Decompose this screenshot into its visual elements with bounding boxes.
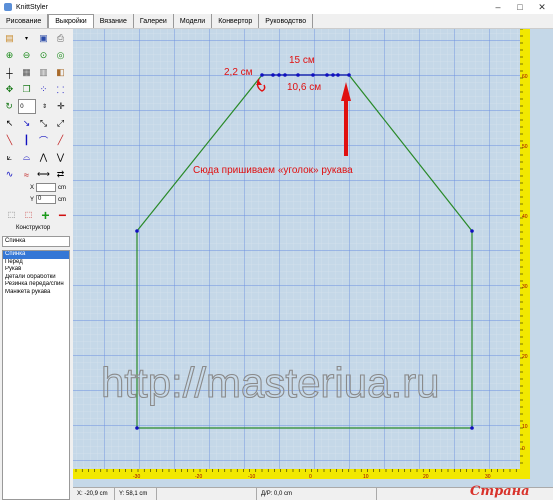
rotate-field[interactable]: 0 — [18, 99, 36, 114]
node-icon[interactable]: ⸬ — [53, 82, 68, 97]
diagonal-icon[interactable]: ╱ — [53, 133, 68, 148]
width-label: 15 см — [289, 55, 315, 66]
add-point-icon[interactable]: ⬚ — [4, 207, 19, 222]
pattern-icon[interactable]: ◧ — [53, 65, 68, 80]
fold-icon[interactable]: ⋁ — [53, 150, 68, 165]
angle-icon[interactable]: ⟀ — [2, 150, 17, 165]
left-segment-label: 2,2 см — [224, 67, 253, 78]
title-bar: KnittStyler – □ ✕ — [0, 0, 553, 14]
right-segment-label: 10,6 см — [287, 82, 321, 93]
x-unit: cm — [58, 184, 67, 191]
site-logo: Страна Мам — [470, 484, 530, 500]
y-input[interactable]: 0 — [36, 195, 57, 204]
tab-galleries[interactable]: Галереи — [134, 14, 174, 28]
zoom-in-icon[interactable]: ⊕ — [2, 48, 17, 63]
x-tick-label: 30 — [485, 474, 491, 480]
curve-icon[interactable]: ⌒ — [36, 133, 51, 148]
list-item[interactable]: Детали обработки — [3, 274, 69, 282]
drawing-canvas[interactable]: 60 50 40 30 20 10 0 -30 -20 -10 0 10 20 … — [73, 29, 553, 487]
delete-point-icon[interactable]: ⬚ — [21, 207, 36, 222]
vertical-ruler — [520, 29, 530, 469]
vertical-line-icon[interactable]: ┃ — [19, 133, 34, 148]
y-tick-label: 10 — [522, 424, 528, 430]
layers-icon[interactable]: ▥ — [36, 65, 51, 80]
x-input[interactable] — [36, 183, 57, 192]
y-tick-label: 50 — [522, 144, 528, 150]
points-icon[interactable]: ⁘ — [36, 82, 51, 97]
watermark: http://masteriua.ru — [101, 359, 439, 406]
wave-icon[interactable]: ≈ — [19, 167, 34, 182]
tool-panel: ▤ ▾ ▣ ⎙ ⊕ ⊖ ⊙ ◎ ┼ ▦ ▥ ◧ ✥ ❐ ⁘ ⸬ ↻ 0 ⇕ ✛ — [0, 29, 72, 500]
tab-patterns[interactable]: Выкройки — [48, 14, 94, 28]
zoom-window-icon[interactable]: ◎ — [53, 48, 68, 63]
print-icon[interactable]: ⎙ — [53, 31, 68, 46]
x-coordinate-row: X cm — [30, 183, 66, 192]
x-tick-label: -30 — [133, 474, 140, 480]
y-tick-label: 30 — [522, 284, 528, 290]
x-tick-label: -20 — [195, 474, 202, 480]
open-icon[interactable]: ▤ — [2, 31, 17, 46]
constructor-label: Конструктор — [16, 225, 51, 231]
y-tick-label: 40 — [522, 214, 528, 220]
tab-models[interactable]: Модели — [174, 14, 213, 28]
crosshair-icon[interactable]: ┼ — [2, 65, 17, 80]
selected-piece-field[interactable]: Спинка — [2, 236, 70, 247]
close-button[interactable]: ✕ — [531, 0, 553, 14]
tab-converter[interactable]: Конвертор — [212, 14, 260, 28]
select-node-icon[interactable]: ↘ — [19, 116, 34, 131]
zoom-fit-icon[interactable]: ⊙ — [36, 48, 51, 63]
dart-icon[interactable]: ⋀ — [36, 150, 51, 165]
x-label: X — [30, 184, 35, 191]
list-item[interactable]: Перед — [3, 259, 69, 267]
list-item[interactable]: Манжета рукава — [3, 289, 69, 297]
select-segment-icon[interactable]: ⤡ — [36, 116, 51, 131]
list-item[interactable]: Резинка переда/спин — [3, 281, 69, 289]
dropdown-icon[interactable]: ▾ — [19, 31, 34, 46]
app-icon — [4, 3, 12, 11]
measure-icon[interactable]: ⟷ — [36, 167, 51, 182]
remove-icon[interactable]: − — [55, 207, 70, 223]
status-x: X: -20,9 cm — [73, 488, 115, 500]
y-tick-label: 60 — [522, 74, 528, 80]
x-tick-label: -10 — [248, 474, 255, 480]
y-coordinate-row: Y 0 cm — [30, 195, 66, 204]
window-title: KnittStyler — [16, 3, 48, 11]
select-icon[interactable]: ↖ — [2, 116, 17, 131]
spline-icon[interactable]: ∿ — [2, 167, 17, 182]
mirror-icon[interactable]: ✛ — [54, 99, 68, 114]
piece-list: Спинка Перед Рукав Детали обработки Рези… — [2, 250, 70, 500]
line-icon[interactable]: ╲ — [2, 133, 17, 148]
offset-icon[interactable]: ⇄ — [53, 167, 68, 182]
x-tick-label: 0 — [309, 474, 312, 480]
minimize-button[interactable]: – — [487, 0, 509, 14]
save-icon[interactable]: ▣ — [36, 31, 51, 46]
grid-icon[interactable]: ▦ — [19, 65, 34, 80]
move-icon[interactable]: ✥ — [2, 82, 17, 97]
add-icon[interactable]: + — [38, 207, 53, 223]
sleeve-note: Сюда пришиваем «уголок» рукава — [193, 165, 353, 176]
status-distance: Д/Р: 0,0 cm — [257, 488, 377, 500]
horizontal-ruler — [73, 469, 530, 479]
copy-icon[interactable]: ❐ — [19, 82, 34, 97]
maximize-button[interactable]: □ — [509, 0, 531, 14]
select-group-icon[interactable]: ⤢ — [53, 116, 68, 131]
rotate-icon[interactable]: ↻ — [2, 99, 16, 114]
menu-bar: Рисование Выкройки Вязание Галереи Модел… — [0, 14, 553, 29]
tab-drawing[interactable]: Рисование — [0, 14, 49, 28]
status-y: Y: 58,1 cm — [115, 488, 157, 500]
list-item[interactable]: Рукав — [3, 266, 69, 274]
x-tick-label: 10 — [363, 474, 369, 480]
y-label: Y — [30, 196, 35, 203]
tab-knitting[interactable]: Вязание — [94, 14, 134, 28]
arc-icon[interactable]: ⌓ — [19, 150, 34, 165]
zoom-out-icon[interactable]: ⊖ — [19, 48, 34, 63]
y-tick-label: 0 — [522, 446, 525, 452]
spinner-icon[interactable]: ⇕ — [38, 99, 52, 114]
y-tick-label: 20 — [522, 354, 528, 360]
tab-guide[interactable]: Руководство — [259, 14, 314, 28]
y-unit: cm — [58, 196, 67, 203]
x-tick-label: 20 — [423, 474, 429, 480]
list-item[interactable]: Спинка — [3, 251, 69, 259]
